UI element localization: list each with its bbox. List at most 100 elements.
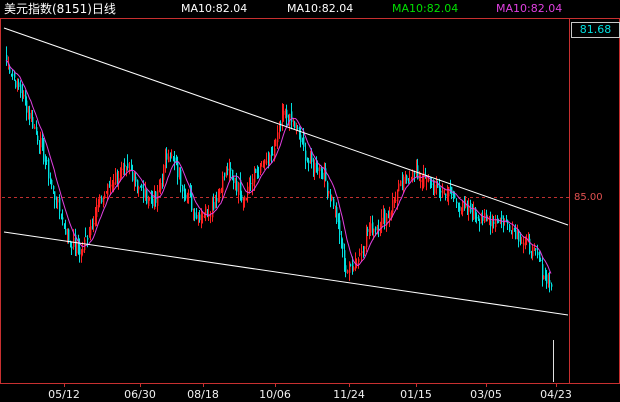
candle-down	[6, 55, 8, 61]
candle-up	[314, 162, 316, 173]
candle-down	[166, 153, 168, 160]
candle-down	[124, 164, 126, 167]
candle-up	[84, 239, 86, 251]
candle-down	[43, 140, 45, 162]
candle-up	[247, 186, 249, 196]
candle-down	[286, 109, 288, 118]
candle-down	[350, 264, 352, 266]
candle-up	[160, 182, 162, 191]
candle-up	[244, 196, 246, 201]
date-tick: 01/15	[400, 388, 432, 401]
candle-up	[512, 228, 514, 230]
candle-down	[300, 134, 302, 143]
candle-down	[62, 217, 64, 220]
candle-up	[238, 182, 240, 195]
candle-down	[303, 137, 305, 147]
date-tick: 03/05	[470, 388, 502, 401]
candle-down	[216, 197, 218, 202]
candle-down	[384, 210, 386, 224]
candle-down	[297, 127, 299, 129]
candle-down	[305, 150, 307, 161]
candle-up	[202, 216, 204, 218]
date-tick: 10/06	[259, 388, 291, 401]
candle-down	[336, 207, 338, 223]
candle-down	[294, 121, 296, 129]
candle-down	[48, 159, 50, 179]
candle-down	[146, 190, 148, 204]
candle-up	[448, 187, 450, 197]
candle-down	[79, 247, 81, 255]
candle-up	[420, 179, 422, 183]
candle-down	[194, 212, 196, 219]
candle-down	[549, 280, 551, 284]
candle-down	[227, 168, 229, 171]
candle-up	[168, 156, 170, 163]
candle-up	[93, 223, 95, 225]
date-tick: 05/12	[48, 388, 80, 401]
candle-down	[440, 190, 442, 193]
candle-up	[487, 218, 489, 220]
candle-down	[199, 214, 201, 221]
ma-readout-2: MA10:82.04	[287, 2, 354, 15]
candle-up	[398, 183, 400, 192]
candle-down	[311, 154, 313, 162]
candle-up	[252, 178, 254, 187]
candle-down	[498, 221, 500, 223]
plot-frame	[0, 18, 620, 384]
candle-up	[264, 159, 266, 164]
candle-down	[456, 201, 458, 204]
candle-up	[269, 154, 271, 161]
candle-up	[99, 195, 101, 204]
candle-up	[521, 242, 523, 244]
candle-up	[400, 180, 402, 186]
candle-down	[71, 246, 73, 249]
candle-down	[241, 194, 243, 201]
candle-down	[46, 160, 48, 162]
candle-up	[188, 193, 190, 196]
candle-down	[406, 175, 408, 181]
reference-price-label: 85.00	[574, 192, 603, 203]
candle-up	[442, 189, 444, 194]
candle-down	[132, 172, 134, 181]
candle-up	[275, 139, 277, 147]
candle-up	[266, 161, 268, 163]
lower-trendline	[3, 231, 569, 316]
candle-up	[283, 110, 285, 115]
candle-down	[445, 193, 447, 197]
candle-down	[479, 222, 481, 224]
candle-down	[546, 274, 548, 284]
candle-up	[210, 215, 212, 217]
candle-down	[454, 194, 456, 199]
candle-down	[177, 161, 179, 178]
candle-down	[272, 153, 274, 156]
date-tick: 08/18	[187, 388, 219, 401]
candle-up	[319, 167, 321, 171]
candle-down	[258, 175, 260, 177]
candle-down	[137, 180, 139, 187]
candle-up	[397, 190, 399, 202]
candle-up	[428, 179, 430, 181]
candle-up	[103, 197, 105, 205]
candle-up	[34, 126, 36, 130]
candle-down	[15, 80, 17, 88]
candle-down	[182, 185, 184, 192]
candle-down	[127, 163, 129, 169]
candle-up	[389, 212, 391, 219]
candle-down	[185, 194, 187, 199]
candle-down	[101, 197, 103, 203]
ma-readout-1: MA10:82.04	[181, 2, 248, 15]
candle-down	[490, 220, 492, 227]
candle-down	[515, 229, 517, 240]
candle-down	[85, 236, 87, 238]
candle-down	[32, 117, 34, 129]
candle-down	[345, 265, 347, 273]
candle-down	[333, 198, 335, 207]
candle-down	[18, 82, 20, 87]
candle-down	[141, 184, 143, 188]
candle-down	[501, 215, 503, 220]
candle-up	[370, 223, 372, 233]
candle-down	[232, 169, 234, 175]
candle-down	[143, 188, 145, 198]
candle-up	[138, 187, 140, 190]
candle-up	[277, 132, 279, 143]
